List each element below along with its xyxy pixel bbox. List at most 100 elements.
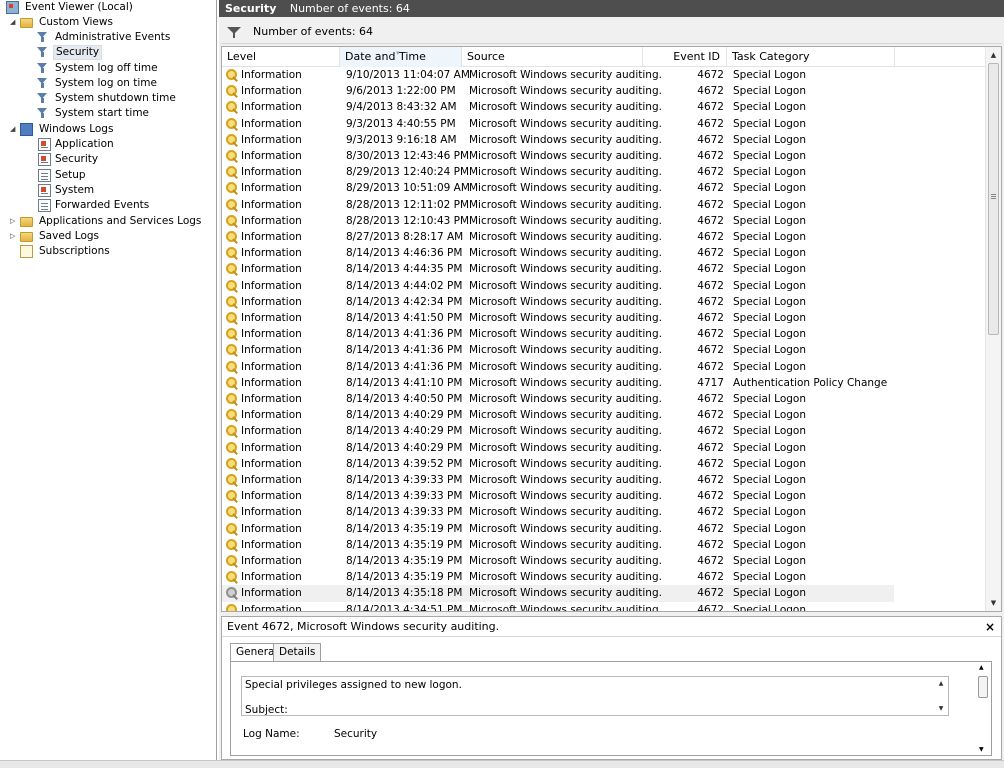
information-key-icon <box>226 360 239 373</box>
cell-date-time: 8/14/2013 4:41:36 PM <box>346 360 463 373</box>
event-description-box[interactable]: Special privileges assigned to new logon… <box>241 676 949 716</box>
level-text: Information <box>241 571 302 584</box>
cell-task-category: Special Logon <box>733 328 807 341</box>
table-row[interactable]: Information 8/14/2013 4:35:19 PM Microsoft… <box>222 521 894 537</box>
cell-task-category: Special Logon <box>733 182 807 195</box>
cell-date-time: 9/10/2013 11:04:07 AM <box>346 69 470 81</box>
cell-event-id: 4672 <box>697 522 724 535</box>
table-row[interactable]: Information 8/14/2013 4:44:02 PM Microsoft… <box>222 278 894 294</box>
table-row[interactable]: Information 8/14/2013 4:40:29 PM Microsoft… <box>222 440 894 456</box>
scroll-up-arrow-icon[interactable]: ▲ <box>986 47 1001 63</box>
scrollbar-thumb[interactable] <box>978 676 988 698</box>
column-header-source[interactable]: Source <box>462 47 643 67</box>
table-row[interactable]: Information 8/14/2013 4:35:19 PM Microsoft… <box>222 569 894 585</box>
expanded-arrow-icon[interactable]: ◢ <box>10 15 18 30</box>
event-viewer-icon <box>6 1 19 14</box>
table-row[interactable]: Information 9/3/2013 4:40:55 PM Microsoft … <box>222 116 894 132</box>
cell-task-category: Special Logon <box>733 198 807 211</box>
table-row[interactable]: Information 8/14/2013 4:39:33 PM Microsoft… <box>222 472 894 488</box>
table-row[interactable]: Information 8/27/2013 8:28:17 AM Microsoft… <box>222 229 894 245</box>
level-text: Information <box>241 312 302 324</box>
cell-source: Microsoft Windows security auditing. <box>469 247 662 260</box>
events-table: Level ▾ Date and Time Source Event ID Tas… <box>221 46 1002 612</box>
expanded-arrow-icon[interactable]: ◢ <box>10 122 18 137</box>
table-row[interactable]: Information 8/14/2013 4:40:29 PM Microsoft… <box>222 423 894 439</box>
cell-date-time: 8/14/2013 4:44:35 PM <box>346 263 463 276</box>
information-key-icon <box>226 441 239 454</box>
table-row[interactable]: Information 8/14/2013 4:35:18 PM Microsoft… <box>222 585 894 602</box>
table-row[interactable]: Information 8/14/2013 4:39:33 PM Microsoft… <box>222 504 894 520</box>
table-row[interactable]: Information 8/30/2013 12:43:46 PM Microsof… <box>222 148 894 164</box>
table-row[interactable]: Information 8/14/2013 4:40:29 PM Microsoft… <box>222 407 894 423</box>
cell-source: Microsoft Windows security auditing. <box>469 133 662 146</box>
level-text: Information <box>241 231 302 243</box>
column-header-event-id[interactable]: Event ID <box>643 47 727 67</box>
cell-date-time: 8/14/2013 4:35:19 PM <box>346 522 463 535</box>
table-row[interactable]: Information 8/29/2013 12:40:24 PM Microsof… <box>222 164 894 180</box>
information-key-icon <box>226 231 239 243</box>
cell-date-time: 8/30/2013 12:43:46 PM <box>346 150 470 162</box>
level-text: Information <box>241 603 302 612</box>
cell-date-time: 8/14/2013 4:46:36 PM <box>346 247 463 260</box>
cell-event-id: 4672 <box>697 328 724 341</box>
level-text: Information <box>241 457 302 470</box>
scroll-up-arrow-icon[interactable]: ▲ <box>934 680 948 687</box>
table-row[interactable]: Information 8/14/2013 4:41:10 PM Microsoft… <box>222 375 894 391</box>
table-row[interactable]: Information 9/6/2013 1:22:00 PM Microsoft … <box>222 83 894 99</box>
scroll-down-arrow-icon[interactable]: ▼ <box>986 595 1001 611</box>
table-row[interactable]: Information 8/14/2013 4:35:19 PM Microsoft… <box>222 553 894 569</box>
table-row[interactable]: Information 8/29/2013 10:51:09 AM Microsof… <box>222 180 894 196</box>
table-row[interactable]: Information 8/14/2013 4:39:52 PM Microsoft… <box>222 456 894 472</box>
level-text: Information <box>241 490 302 503</box>
tab-details[interactable]: Details <box>273 643 322 662</box>
information-key-icon <box>226 603 239 611</box>
filter-icon[interactable] <box>227 25 241 39</box>
cell-event-id: 4672 <box>697 344 724 357</box>
table-row[interactable]: Information 8/14/2013 4:41:36 PM Microsoft… <box>222 359 894 375</box>
table-row[interactable]: Information 8/14/2013 4:41:50 PM Microsoft… <box>222 310 894 326</box>
cell-date-time: 8/28/2013 12:11:02 PM <box>346 198 470 211</box>
cell-source: Microsoft Windows security auditing. <box>469 555 662 567</box>
column-header-level[interactable]: Level <box>222 47 340 67</box>
table-row[interactable]: Information 9/3/2013 9:16:18 AM Microsoft … <box>222 132 894 148</box>
details-title: Event 4672, Microsoft Windows security a… <box>227 620 500 633</box>
information-key-icon <box>226 150 239 162</box>
cell-task-category: Special Logon <box>733 522 807 535</box>
cell-task-category: Special Logon <box>733 490 807 503</box>
level-text: Information <box>241 150 302 162</box>
column-header-date[interactable]: ▾ Date and Time <box>340 47 462 67</box>
scrollbar-thumb[interactable] <box>988 63 999 335</box>
cell-event-id: 4672 <box>697 263 724 276</box>
cell-task-category: Special Logon <box>733 457 807 470</box>
scroll-up-arrow-icon[interactable]: ▲ <box>979 664 984 671</box>
table-row[interactable]: Information 8/28/2013 12:11:02 PM Microsof… <box>222 197 894 213</box>
scroll-down-arrow-icon[interactable]: ▼ <box>979 746 984 753</box>
level-text: Information <box>241 393 302 405</box>
column-header-task-category[interactable]: Task Category <box>727 47 895 67</box>
table-row[interactable]: Information 8/14/2013 4:44:35 PM Microsoft… <box>222 261 894 277</box>
collapsed-arrow-icon[interactable]: ▷ <box>10 229 18 244</box>
table-row[interactable]: Information 9/4/2013 8:43:32 AM Microsoft … <box>222 99 894 115</box>
table-row[interactable]: Information 8/28/2013 12:10:43 PM Microsof… <box>222 213 894 229</box>
cell-date-time: 8/14/2013 4:40:50 PM <box>346 393 463 405</box>
information-key-icon <box>226 506 239 518</box>
table-row[interactable]: Information 8/14/2013 4:34:51 PM Microsoft… <box>222 602 894 612</box>
panel-scrollbar[interactable]: ▲ ▼ <box>975 662 991 755</box>
table-row[interactable]: Information 8/14/2013 4:42:34 PM Microsoft… <box>222 294 894 310</box>
level-text: Information <box>241 279 302 292</box>
cell-task-category: Special Logon <box>733 69 807 81</box>
information-key-icon <box>226 312 239 324</box>
collapsed-arrow-icon[interactable]: ▷ <box>10 214 18 229</box>
table-row[interactable]: Information 8/14/2013 4:46:36 PM Microsoft… <box>222 245 894 261</box>
tree-apps-services-label: Applications and Services Logs <box>39 215 202 227</box>
table-row[interactable]: Information 8/14/2013 4:35:19 PM Microsoft… <box>222 537 894 553</box>
table-row[interactable]: Information 8/14/2013 4:41:36 PM Microsoft… <box>222 342 894 358</box>
table-row[interactable]: Information 8/14/2013 4:40:50 PM Microsoft… <box>222 391 894 407</box>
description-scrollbar[interactable]: ▲ ▼ <box>934 677 948 715</box>
scroll-down-arrow-icon[interactable]: ▼ <box>934 705 948 712</box>
table-row[interactable]: Information 9/10/2013 11:04:07 AM Microsof… <box>222 67 894 83</box>
table-row[interactable]: Information 8/14/2013 4:41:36 PM Microsoft… <box>222 326 894 342</box>
table-scrollbar[interactable]: ▲ ▼ <box>985 47 1001 611</box>
close-icon[interactable]: × <box>985 617 995 637</box>
table-row[interactable]: Information 8/14/2013 4:39:33 PM Microsoft… <box>222 488 894 504</box>
